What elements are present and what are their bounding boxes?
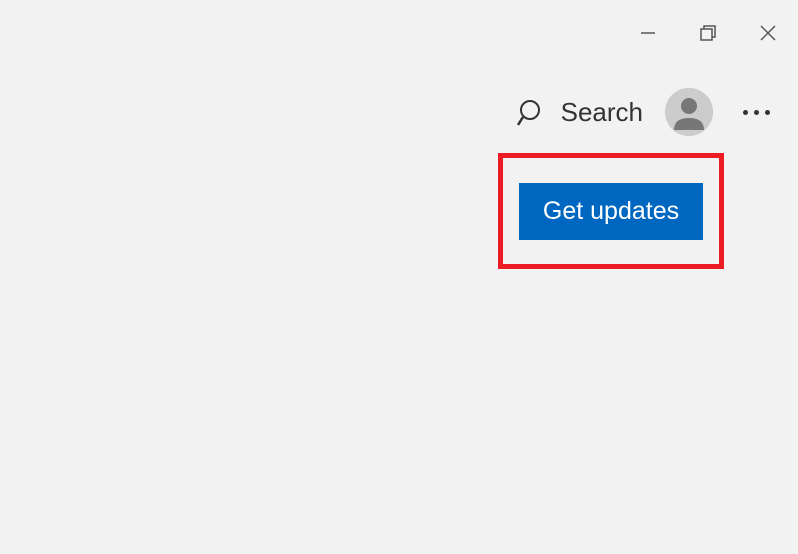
close-icon [758, 23, 778, 43]
window-controls [618, 13, 798, 53]
highlight-annotation: Get updates [498, 153, 724, 269]
search-icon [517, 97, 547, 127]
search-button[interactable]: Search [517, 97, 643, 128]
more-button[interactable] [735, 110, 778, 115]
more-icon [743, 110, 748, 115]
toolbar: Search [517, 88, 778, 136]
get-updates-button[interactable]: Get updates [519, 183, 703, 240]
minimize-button[interactable] [618, 13, 678, 53]
search-label: Search [561, 97, 643, 128]
close-button[interactable] [738, 13, 798, 53]
user-avatar[interactable] [665, 88, 713, 136]
minimize-icon [639, 24, 657, 42]
maximize-icon [698, 23, 718, 43]
user-icon [665, 88, 713, 136]
maximize-button[interactable] [678, 13, 738, 53]
